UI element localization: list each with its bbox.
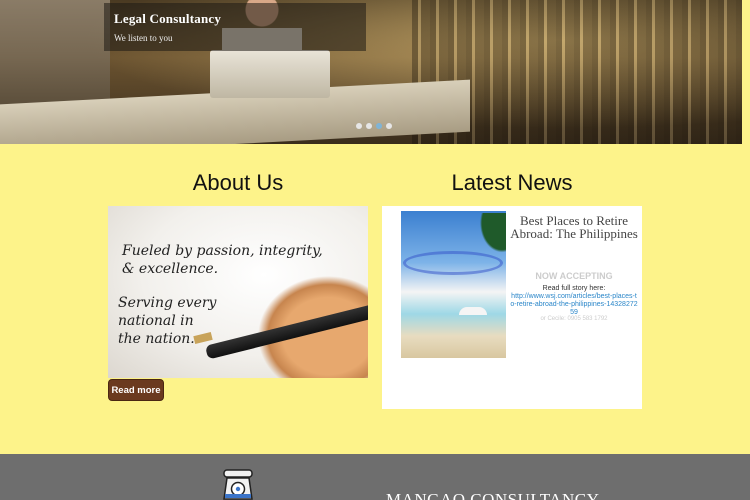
slider-dot-4[interactable]	[386, 123, 392, 129]
about-image-line-4: national in	[118, 313, 194, 329]
hero-window	[0, 0, 110, 110]
hero-slider: Legal Consultancy We listen to you	[0, 0, 742, 144]
news-article-link[interactable]: http://www.wsj.com/articles/best-places-…	[510, 293, 638, 317]
hero-caption-title: Legal Consultancy	[114, 11, 222, 26]
hero-caption: Legal Consultancy We listen to you	[104, 3, 366, 51]
news-ghost-contact: or Cecile: 0905 583 1792	[540, 316, 608, 322]
hero-laptop	[210, 50, 330, 98]
news-headline[interactable]: Best Places to Retire Abroad: The Philip…	[510, 214, 638, 240]
slider-dot-1[interactable]	[356, 123, 362, 129]
about-us-image: Fueled by passion, integrity, & excellen…	[108, 206, 368, 378]
latest-news-card: Best Places to Retire Abroad: The Philip…	[382, 206, 642, 409]
news-ghost-text: NOW ACCEPTING	[535, 271, 613, 281]
latest-news-title: Latest News	[451, 170, 573, 195]
slider-dot-2[interactable]	[366, 123, 372, 129]
beach-umbrella	[459, 307, 487, 315]
palm-tree	[472, 213, 506, 263]
footer: MANGAO CONSULTANCY	[0, 454, 750, 500]
news-beach-image[interactable]	[401, 211, 506, 358]
about-image-line-3: Serving every	[118, 295, 217, 311]
about-image-text-top: Fueled by passion, integrity, & excellen…	[122, 242, 323, 278]
footer-brand: MANGAO CONSULTANCY	[386, 490, 600, 500]
about-image-line-1: Fueled by passion, integrity,	[122, 243, 323, 259]
news-read-full-label: Read full story here:	[542, 285, 606, 292]
read-more-button[interactable]: Read more	[108, 379, 164, 401]
slider-dot-3[interactable]	[376, 123, 382, 129]
hero-caption-subtitle: We listen to you	[114, 33, 173, 43]
about-us-title: About Us	[192, 170, 284, 195]
slider-dots	[356, 123, 392, 129]
telephone-icon	[223, 469, 253, 500]
